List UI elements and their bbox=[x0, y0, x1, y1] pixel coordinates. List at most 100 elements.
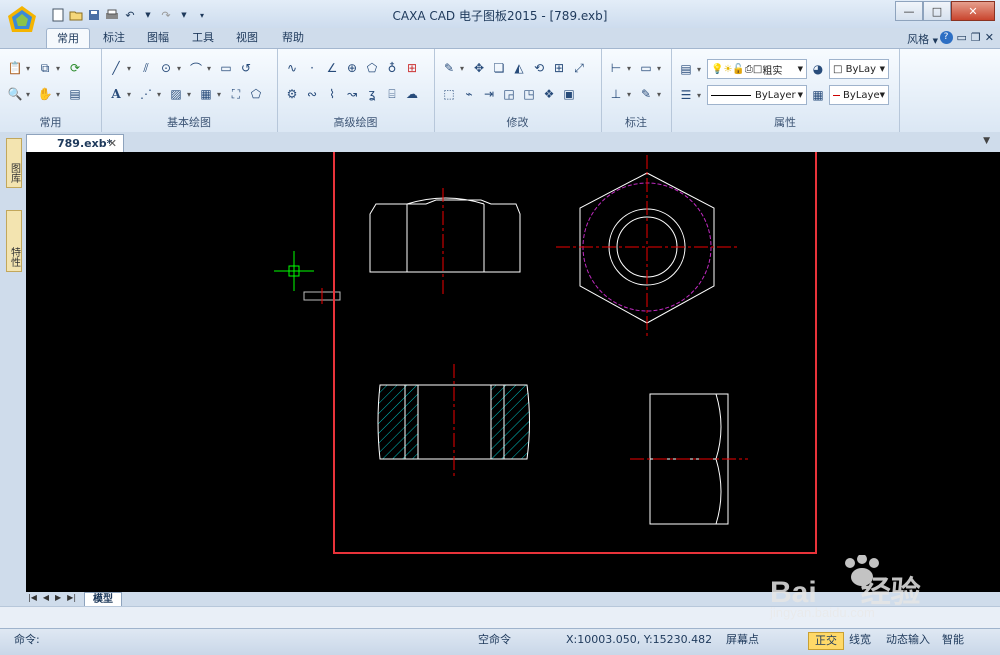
circle-icon[interactable]: ⊙ bbox=[157, 59, 175, 77]
chevron-down-icon[interactable]: ▾ bbox=[627, 64, 635, 73]
arrow-icon[interactable]: ↝ bbox=[343, 85, 361, 103]
layer-combo[interactable]: 💡 ☀ 🔓 ⎙ □ 粗实 ▼ bbox=[707, 59, 807, 79]
polygon-icon[interactable]: ⬠ bbox=[363, 59, 381, 77]
move-icon[interactable]: ✥ bbox=[470, 59, 488, 77]
break-icon[interactable]: ⌁ bbox=[460, 85, 478, 103]
shape-icon[interactable]: ⬠ bbox=[247, 85, 265, 103]
tab-home[interactable]: 常用 bbox=[46, 28, 90, 49]
close-button[interactable]: ✕ bbox=[951, 1, 995, 21]
mirror-icon[interactable]: ◭ bbox=[510, 59, 528, 77]
drawing-canvas[interactable] bbox=[26, 152, 1000, 592]
tab-view[interactable]: 视图 bbox=[226, 28, 268, 48]
snap-mode[interactable]: 屏幕点 bbox=[726, 629, 759, 655]
extend-icon[interactable]: ⇥ bbox=[480, 85, 498, 103]
dimension-icon[interactable]: ⊢ bbox=[607, 59, 625, 77]
last-sheet-icon[interactable]: ▶| bbox=[67, 593, 76, 602]
erase-icon[interactable]: ✎ bbox=[440, 59, 458, 77]
chevron-down-icon[interactable]: ▾ bbox=[26, 64, 34, 73]
point-icon[interactable]: · bbox=[303, 59, 321, 77]
scale-icon[interactable]: ⤢ bbox=[570, 59, 588, 77]
properties-icon[interactable]: ▤ bbox=[677, 60, 695, 78]
chevron-down-icon[interactable]: ▾ bbox=[697, 91, 705, 100]
curve-icon[interactable]: ∿ bbox=[283, 59, 301, 77]
zoom-icon[interactable]: 🔍 bbox=[6, 85, 24, 103]
fillet-icon[interactable]: ◲ bbox=[500, 85, 518, 103]
rectangle-icon[interactable]: ▭ bbox=[217, 59, 235, 77]
lineweight-toggle[interactable]: 线宽 bbox=[849, 629, 871, 655]
chevron-down-icon[interactable]: ▼ bbox=[983, 136, 990, 146]
line-icon[interactable]: ╱ bbox=[107, 59, 125, 77]
angle-line-icon[interactable]: ∠ bbox=[323, 59, 341, 77]
copy-icon[interactable]: ❏ bbox=[490, 59, 508, 77]
smart-toggle[interactable]: 智能 bbox=[942, 629, 964, 655]
color-combo[interactable]: □ ByLay ▼ bbox=[829, 59, 889, 79]
first-sheet-icon[interactable]: |◀ bbox=[28, 593, 37, 602]
centerline-icon[interactable]: ⋰ bbox=[137, 85, 155, 103]
chevron-down-icon[interactable]: ▾ bbox=[177, 64, 185, 73]
help-icon[interactable]: ? bbox=[939, 31, 953, 44]
text-icon[interactable]: A bbox=[107, 85, 125, 103]
symbol-icon[interactable]: ♁ bbox=[383, 59, 401, 77]
clipboard-icon[interactable]: 📋 bbox=[6, 59, 24, 77]
block-icon[interactable]: ▦ bbox=[197, 85, 215, 103]
linetype-combo[interactable]: ByLayer ▼ bbox=[707, 85, 807, 105]
color-wheel-icon[interactable]: ◕ bbox=[809, 60, 827, 78]
frame-icon[interactable]: ⛶ bbox=[227, 85, 245, 103]
chevron-down-icon[interactable]: ▾ bbox=[207, 64, 215, 73]
hatch-icon[interactable]: ▨ bbox=[167, 85, 185, 103]
center-mark-icon[interactable]: ⊕ bbox=[343, 59, 361, 77]
rotate-icon[interactable]: ⟲ bbox=[530, 59, 548, 77]
doc-close-icon[interactable]: ✕ bbox=[985, 31, 994, 44]
table-icon[interactable]: ⊞ bbox=[403, 59, 421, 77]
lineweight-combo[interactable]: ByLaye ▼ bbox=[829, 85, 889, 105]
spline-icon[interactable]: ↺ bbox=[237, 59, 255, 77]
side-tab-library[interactable]: 图库 bbox=[6, 138, 22, 188]
layer-icon[interactable]: ▤ bbox=[66, 85, 84, 103]
maximize-button[interactable]: □ bbox=[923, 1, 951, 21]
break-line-icon[interactable]: ⌇ bbox=[323, 85, 341, 103]
tab-sheet[interactable]: 图幅 bbox=[137, 28, 179, 48]
chevron-down-icon[interactable]: ▾ bbox=[56, 64, 64, 73]
doc-restore-icon[interactable]: ❐ bbox=[971, 31, 981, 44]
coordinate-dim-icon[interactable]: ⊥ bbox=[607, 85, 625, 103]
close-icon[interactable]: ✕ bbox=[108, 137, 117, 150]
spring-icon[interactable]: ʓ bbox=[363, 85, 381, 103]
parallel-line-icon[interactable]: ⫽ bbox=[137, 59, 155, 77]
tab-tools[interactable]: 工具 bbox=[182, 28, 224, 48]
prev-sheet-icon[interactable]: ◀ bbox=[43, 593, 49, 602]
ortho-toggle[interactable]: 正交 bbox=[808, 632, 844, 650]
chevron-down-icon[interactable]: ▾ bbox=[657, 64, 665, 73]
bolt-icon[interactable]: ⌸ bbox=[383, 85, 401, 103]
refresh-icon[interactable]: ⟳ bbox=[66, 59, 84, 77]
arc-icon[interactable]: ⌒ bbox=[187, 59, 205, 77]
minimize-button[interactable]: — bbox=[895, 1, 923, 21]
cloud-icon[interactable]: ☁ bbox=[403, 85, 421, 103]
chevron-down-icon[interactable]: ▾ bbox=[217, 90, 225, 99]
chevron-down-icon[interactable]: ▾ bbox=[627, 90, 635, 99]
chevron-down-icon[interactable]: ▾ bbox=[127, 64, 135, 73]
document-tab[interactable]: 789.exb* ✕ bbox=[26, 134, 124, 152]
array-icon[interactable]: ⊞ bbox=[550, 59, 568, 77]
explode-icon[interactable]: ❖ bbox=[540, 85, 558, 103]
tolerance-icon[interactable]: ▭ bbox=[637, 59, 655, 77]
chamfer-icon[interactable]: ◳ bbox=[520, 85, 538, 103]
tab-annotate[interactable]: 标注 bbox=[93, 28, 135, 48]
doc-minimize-icon[interactable]: ▭ bbox=[957, 31, 967, 44]
chevron-down-icon[interactable]: ▾ bbox=[127, 90, 135, 99]
trim-icon[interactable]: ⬚ bbox=[440, 85, 458, 103]
style-menu[interactable]: 风格 ▼ bbox=[907, 31, 938, 47]
linestyle-icon[interactable]: ▦ bbox=[809, 86, 827, 104]
chevron-down-icon[interactable]: ▾ bbox=[157, 90, 165, 99]
gear-icon[interactable]: ⚙ bbox=[283, 85, 301, 103]
chevron-down-icon[interactable]: ▾ bbox=[56, 90, 64, 99]
tab-help[interactable]: 帮助 bbox=[272, 28, 314, 48]
next-sheet-icon[interactable]: ▶ bbox=[55, 593, 61, 602]
stretch-icon[interactable]: ▣ bbox=[560, 85, 578, 103]
chevron-down-icon[interactable]: ▾ bbox=[657, 90, 665, 99]
wave-icon[interactable]: ∾ bbox=[303, 85, 321, 103]
chevron-down-icon[interactable]: ▾ bbox=[187, 90, 195, 99]
copy-props-icon[interactable]: ⧉ bbox=[36, 59, 54, 77]
chevron-down-icon[interactable]: ▾ bbox=[26, 90, 34, 99]
chevron-down-icon[interactable]: ▾ bbox=[460, 64, 468, 73]
leader-icon[interactable]: ✎ bbox=[637, 85, 655, 103]
